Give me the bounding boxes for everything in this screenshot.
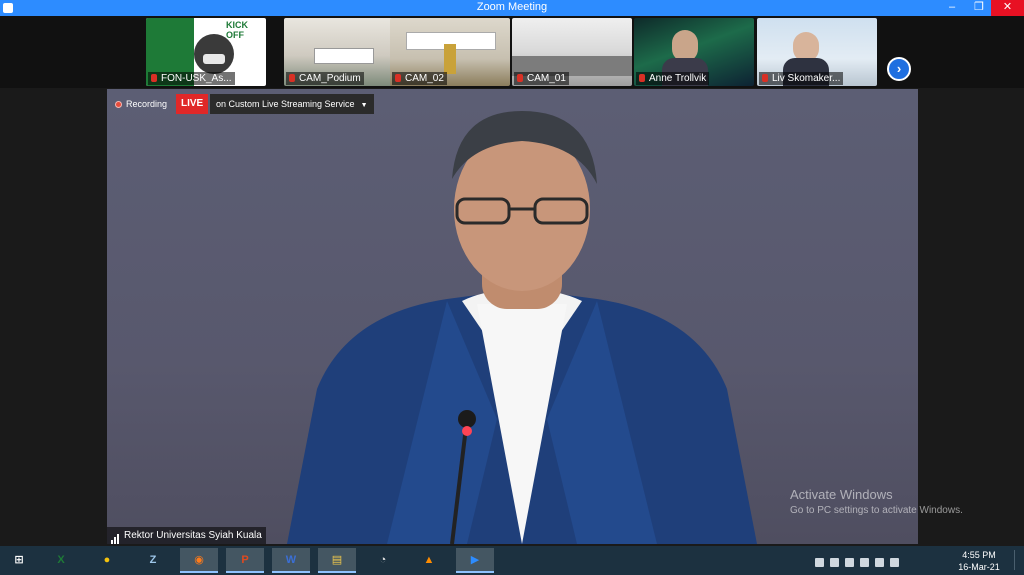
chrome-icon[interactable]: ● xyxy=(88,548,126,573)
recording-indicator[interactable]: Recording xyxy=(115,95,167,113)
volume-icon[interactable] xyxy=(860,558,869,567)
participant-thumbnail[interactable]: CAM_Podium xyxy=(284,18,404,86)
minimize-button[interactable]: – xyxy=(938,0,966,16)
participant-name: FON-USK_As... xyxy=(148,72,235,85)
signal-bars-icon xyxy=(111,527,120,544)
tray-icons xyxy=(815,554,940,567)
firefox-icon[interactable]: ◉ xyxy=(180,548,218,573)
excel-icon[interactable]: X xyxy=(42,548,80,573)
show-desktop-button[interactable] xyxy=(1014,550,1024,570)
banner-text: KICK OFF xyxy=(226,20,248,40)
mic-muted-icon xyxy=(395,74,401,82)
participant-name: Anne Trollvik xyxy=(636,72,710,85)
participant-name: CAM_02 xyxy=(392,72,447,85)
battery-icon[interactable] xyxy=(875,558,884,567)
podium-shape xyxy=(444,44,456,74)
speaker-name-label: Rektor Universitas Syiah Kuala xyxy=(107,527,266,544)
podium-screen xyxy=(314,48,374,64)
zoom-taskbar-icon[interactable]: ▶ xyxy=(456,548,494,573)
network-icon[interactable] xyxy=(890,558,899,567)
mic-muted-icon xyxy=(289,74,295,82)
tray-app-icon[interactable] xyxy=(845,558,854,567)
window-title: Zoom Meeting xyxy=(476,1,548,13)
watermark-title: Activate Windows xyxy=(790,487,893,502)
taskbar-clock[interactable]: 4:55 PM 16-Mar-21 xyxy=(948,549,1010,573)
participant-name: CAM_01 xyxy=(514,72,569,85)
word-icon[interactable]: W xyxy=(272,548,310,573)
powerpoint-icon[interactable]: P xyxy=(226,548,264,573)
activate-windows-watermark: Activate Windows Go to PC settings to ac… xyxy=(790,487,963,516)
participant-thumbnail[interactable]: CAM_02 xyxy=(390,18,510,86)
next-page-button[interactable]: › xyxy=(887,57,911,81)
mic-muted-icon xyxy=(762,74,768,82)
active-speaker-video: Recording LIVE on Custom Live Streaming … xyxy=(107,89,918,544)
clock-date: 16-Mar-21 xyxy=(958,562,1000,572)
tray-app-icon[interactable] xyxy=(815,558,824,567)
speaker-video-frame xyxy=(287,111,757,544)
live-badge: LIVE xyxy=(176,94,209,114)
participant-name: CAM_Podium xyxy=(286,72,364,85)
mic-muted-icon xyxy=(517,74,523,82)
participant-name: Liv Skomaker... xyxy=(759,72,844,85)
participant-thumbnail[interactable]: Liv Skomaker... xyxy=(757,18,877,86)
file-explorer-icon[interactable]: ▤ xyxy=(318,548,356,573)
chevron-down-icon: ▼ xyxy=(360,102,368,109)
app-bubble-icon[interactable]: ◔ xyxy=(364,548,402,573)
windows-taskbar: ⊞ X ● Z ◉ P W ▤ ◔ ▲ ▶ 4:55 PM 16-Mar-21 xyxy=(0,546,1024,575)
mic-muted-icon xyxy=(639,74,645,82)
participant-thumbnail[interactable]: CAM_01 xyxy=(512,18,632,86)
maximize-button[interactable]: ❐ xyxy=(965,0,993,16)
face-mask-shape xyxy=(203,54,225,64)
watermark-subtitle: Go to PC settings to activate Windows. xyxy=(790,505,963,516)
start-button[interactable]: ⊞ xyxy=(0,548,38,573)
title-bar: Zoom Meeting – ❐ ✕ xyxy=(0,0,1024,16)
live-stream-dropdown[interactable]: on Custom Live Streaming Service ▼ xyxy=(210,94,374,114)
clock-time: 4:55 PM xyxy=(962,550,996,560)
close-button[interactable]: ✕ xyxy=(991,0,1024,16)
participant-thumbnail[interactable]: Anne Trollvik xyxy=(634,18,754,86)
tray-app-icon[interactable] xyxy=(830,558,839,567)
zotero-icon[interactable]: Z xyxy=(134,548,172,573)
vlc-icon[interactable]: ▲ xyxy=(410,548,448,573)
mic-muted-icon xyxy=(151,74,157,82)
recording-dot-icon xyxy=(115,101,122,108)
participant-strip: KICK OFF FON-USK_As... CAM_Podium CAM_02… xyxy=(0,16,1024,88)
participant-thumbnail[interactable]: KICK OFF FON-USK_As... xyxy=(146,18,266,86)
